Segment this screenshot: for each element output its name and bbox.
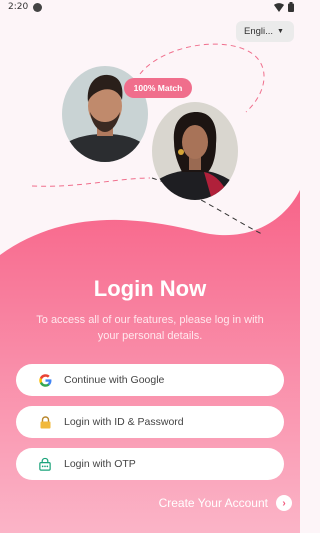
otp-button-label: Login with OTP — [64, 458, 136, 470]
google-icon — [38, 373, 52, 387]
login-title: Login Now — [93, 276, 207, 301]
id-password-button-label: Login with ID & Password — [64, 416, 184, 428]
login-with-otp-button[interactable]: Login with OTP — [16, 448, 284, 480]
wifi-icon — [274, 2, 284, 12]
login-screen: 2:20 Engli... ▼ 100% Match Login Now To … — [0, 0, 300, 533]
status-icons — [274, 2, 294, 12]
google-button-label: Continue with Google — [64, 374, 165, 386]
app-notification-icon — [33, 3, 42, 12]
create-account-link[interactable]: Create Your Account › — [159, 495, 292, 511]
arrow-right-icon: › — [276, 495, 292, 511]
login-subtitle: To access all of our features, please lo… — [36, 314, 264, 342]
create-account-label: Create Your Account — [158, 496, 268, 510]
otp-icon — [38, 457, 52, 471]
battery-icon — [288, 2, 294, 12]
login-with-id-password-button[interactable]: Login with ID & Password — [16, 406, 284, 438]
status-time: 2:20 — [8, 2, 29, 12]
continue-with-google-button[interactable]: Continue with Google — [16, 364, 284, 396]
profile-photo-woman — [152, 102, 238, 200]
status-bar: 2:20 — [0, 0, 300, 16]
match-badge: 100% Match — [124, 78, 192, 98]
lock-icon — [38, 415, 52, 429]
